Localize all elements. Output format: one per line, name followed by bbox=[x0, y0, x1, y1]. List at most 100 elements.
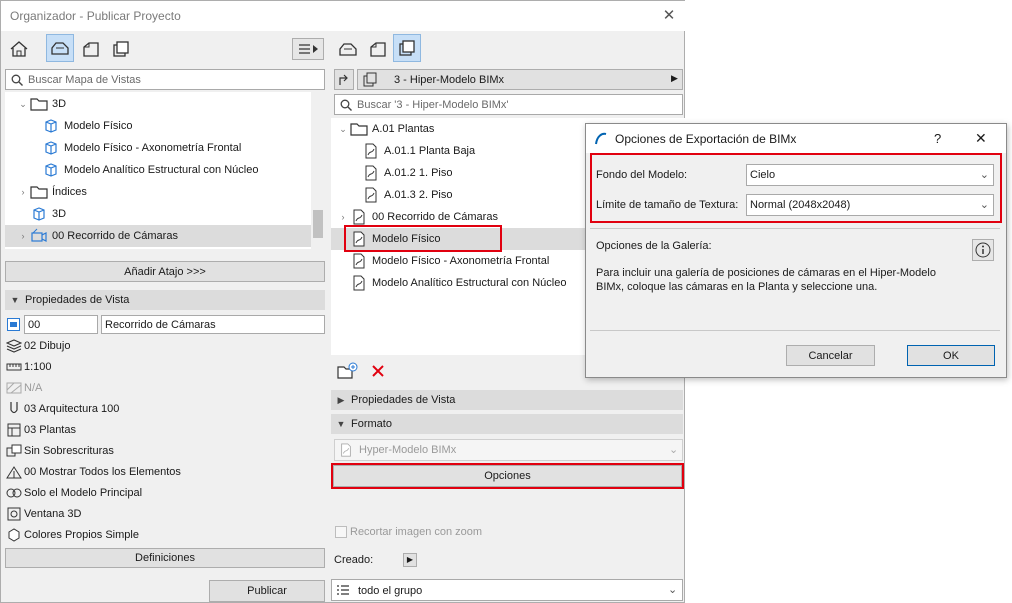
bg-dropdown[interactable]: Cielo ⌄ bbox=[746, 164, 994, 186]
up-level-button[interactable] bbox=[334, 69, 354, 90]
expand-arrow-icon[interactable]: › bbox=[17, 187, 29, 197]
right-view-properties-section[interactable]: ▶ Propiedades de Vista bbox=[331, 390, 683, 410]
right-search-input[interactable]: Buscar '3 - Hiper-Modelo BIMx' bbox=[334, 94, 683, 115]
expand-arrow-icon[interactable]: ⌄ bbox=[17, 99, 29, 110]
renovation-row[interactable]: 00 Mostrar Todos los Elementos bbox=[5, 462, 181, 482]
tree-item-label: A.01.1 Planta Baja bbox=[384, 145, 476, 157]
prop-label: 03 Arquitectura 100 bbox=[24, 403, 120, 415]
view-name-value: Recorrido de Cámaras bbox=[105, 319, 216, 331]
tree-item-3d-folder[interactable]: ⌄ 3D bbox=[17, 93, 66, 115]
chevron-down-icon: ⌄ bbox=[669, 444, 679, 456]
bimx-doc-icon bbox=[339, 443, 353, 460]
style-row[interactable]: Colores Propios Simple bbox=[5, 525, 139, 545]
tree-item-planta-baja[interactable]: A.01.1 Planta Baja bbox=[361, 140, 475, 162]
ok-button[interactable]: OK bbox=[907, 345, 995, 366]
model-view-icon bbox=[5, 422, 23, 438]
view-map-icon[interactable] bbox=[46, 34, 74, 62]
section-title: Propiedades de Vista bbox=[351, 394, 456, 406]
gallery-label: Opciones de la Galería: bbox=[596, 240, 712, 252]
tree-item-analitico[interactable]: Modelo Analítico Estructural con Núcleo bbox=[41, 159, 258, 181]
add-shortcut-button[interactable]: Añadir Atajo >>> bbox=[5, 261, 325, 282]
divider bbox=[590, 330, 1000, 331]
tree-item-recorrido-camaras[interactable]: › 00 Recorrido de Cámaras bbox=[337, 206, 498, 228]
new-folder-icon[interactable] bbox=[336, 359, 360, 383]
close-window-button[interactable]: ✕ bbox=[661, 8, 677, 24]
project-map-icon[interactable] bbox=[5, 35, 33, 63]
override-row[interactable]: Sin Sobrescrituras bbox=[5, 441, 114, 461]
left-search-placeholder: Buscar Mapa de Vistas bbox=[28, 74, 141, 86]
dialog-title: Opciones de Exportación de BIMx bbox=[615, 132, 797, 146]
tree-item-label: 3D bbox=[52, 208, 67, 220]
cube-icon bbox=[41, 117, 61, 135]
layout-book-icon[interactable] bbox=[77, 35, 105, 63]
pen-set-row[interactable]: 03 Arquitectura 100 bbox=[5, 399, 119, 419]
tree-item-2-piso[interactable]: A.01.3 2. Piso bbox=[361, 184, 453, 206]
tree-item-analitico-nucleo[interactable]: Modelo Analítico Estructural con Núcleo bbox=[349, 272, 566, 294]
chevron-down-icon: ⌄ bbox=[979, 169, 989, 181]
tree-scrollbar[interactable] bbox=[311, 92, 325, 249]
prop-label: 00 Mostrar Todos los Elementos bbox=[24, 466, 181, 478]
expand-arrow-icon[interactable]: ⌄ bbox=[337, 124, 349, 135]
bimx-doc-icon bbox=[349, 252, 369, 270]
menu-icon[interactable] bbox=[292, 38, 324, 60]
tree-item-modelo-fisico[interactable]: Modelo Físico bbox=[41, 115, 132, 137]
definitions-button[interactable]: Definiciones bbox=[5, 548, 325, 568]
bimx-doc-icon bbox=[349, 208, 369, 226]
group-dropdown[interactable]: todo el grupo ⌄ bbox=[331, 579, 683, 601]
tree-item-axonometria-frontal[interactable]: Modelo Físico - Axonometría Frontal bbox=[349, 250, 549, 272]
view-id-field[interactable]: 00 bbox=[24, 315, 98, 334]
publisher-set-selector[interactable]: 3 - Hiper-Modelo BIMx ▶ bbox=[357, 69, 683, 90]
organizer-window: Organizador - Publicar Proyecto ✕ Buscar… bbox=[0, 0, 686, 603]
project-map-icon[interactable] bbox=[334, 35, 362, 63]
folder-icon bbox=[29, 95, 49, 113]
cancel-button[interactable]: Cancelar bbox=[786, 345, 875, 366]
format-dropdown: Hyper-Modelo BIMx ⌄ bbox=[334, 439, 683, 461]
tree-item-plantas-folder[interactable]: ⌄ A.01 Plantas bbox=[337, 118, 434, 140]
tree-item-indices[interactable]: › Índices bbox=[17, 181, 87, 203]
crop-label: Recortar imagen con zoom bbox=[350, 526, 483, 538]
section-title: Propiedades de Vista bbox=[25, 294, 130, 306]
texture-dropdown[interactable]: Normal (2048x2048) ⌄ bbox=[746, 194, 994, 216]
window-3d-row[interactable]: Ventana 3D bbox=[5, 504, 82, 524]
tree-item-recorrido[interactable]: › 00 Recorrido de Cámaras bbox=[5, 225, 311, 247]
help-button[interactable]: ? bbox=[934, 131, 941, 146]
scale-row[interactable]: 1:100 bbox=[5, 357, 52, 377]
view-properties-section[interactable]: ▼ Propiedades de Vista bbox=[5, 290, 325, 310]
gallery-text-line-2: BIMx, coloque las cámaras en la Planta y… bbox=[596, 281, 878, 293]
cube-icon bbox=[41, 139, 61, 157]
collapse-triangle-icon: ▼ bbox=[336, 419, 346, 429]
archicad-logo-icon bbox=[594, 132, 608, 149]
view-name-field[interactable]: Recorrido de Cámaras bbox=[101, 315, 325, 334]
tree-item-1-piso[interactable]: A.01.2 1. Piso bbox=[361, 162, 453, 184]
tree-item-axonometria[interactable]: Modelo Físico - Axonometría Frontal bbox=[41, 137, 241, 159]
format-section[interactable]: ▼ Formato bbox=[331, 414, 683, 434]
publisher-sets-icon[interactable] bbox=[393, 34, 421, 62]
prop-label: Colores Propios Simple bbox=[24, 529, 139, 541]
close-dialog-button[interactable]: ✕ bbox=[975, 130, 987, 147]
model-filter-row[interactable]: Solo el Modelo Principal bbox=[5, 483, 142, 503]
scrollbar-thumb[interactable] bbox=[313, 210, 323, 238]
delete-icon[interactable] bbox=[366, 359, 390, 383]
search-icon bbox=[11, 74, 23, 89]
expand-arrow-icon[interactable]: › bbox=[17, 231, 29, 241]
info-icon[interactable] bbox=[972, 239, 994, 261]
tree-item-label: 3D bbox=[52, 98, 67, 110]
layout-book-icon[interactable] bbox=[364, 35, 392, 63]
layer-set-row[interactable]: 02 Dibujo bbox=[5, 336, 70, 356]
layers-icon bbox=[5, 338, 23, 354]
options-button[interactable]: Opciones bbox=[333, 465, 682, 487]
view-id-value: 00 bbox=[28, 319, 41, 331]
crop-checkbox[interactable] bbox=[335, 526, 347, 538]
model-view-row[interactable]: 03 Plantas bbox=[5, 420, 76, 440]
tree-item-label: Modelo Físico bbox=[372, 233, 441, 245]
created-label: Creado: bbox=[334, 554, 374, 566]
view-id-icon bbox=[7, 318, 20, 331]
publisher-sets-icon[interactable] bbox=[107, 35, 135, 63]
publish-button[interactable]: Publicar bbox=[209, 580, 325, 602]
list-icon bbox=[336, 584, 350, 599]
tree-item-3d[interactable]: 3D bbox=[29, 203, 66, 225]
expand-triangle-icon: ▶ bbox=[337, 394, 345, 405]
expand-arrow-icon[interactable]: › bbox=[337, 212, 349, 222]
created-expand-button[interactable]: ▶ bbox=[403, 553, 417, 567]
left-search-input[interactable]: Buscar Mapa de Vistas bbox=[5, 69, 325, 90]
